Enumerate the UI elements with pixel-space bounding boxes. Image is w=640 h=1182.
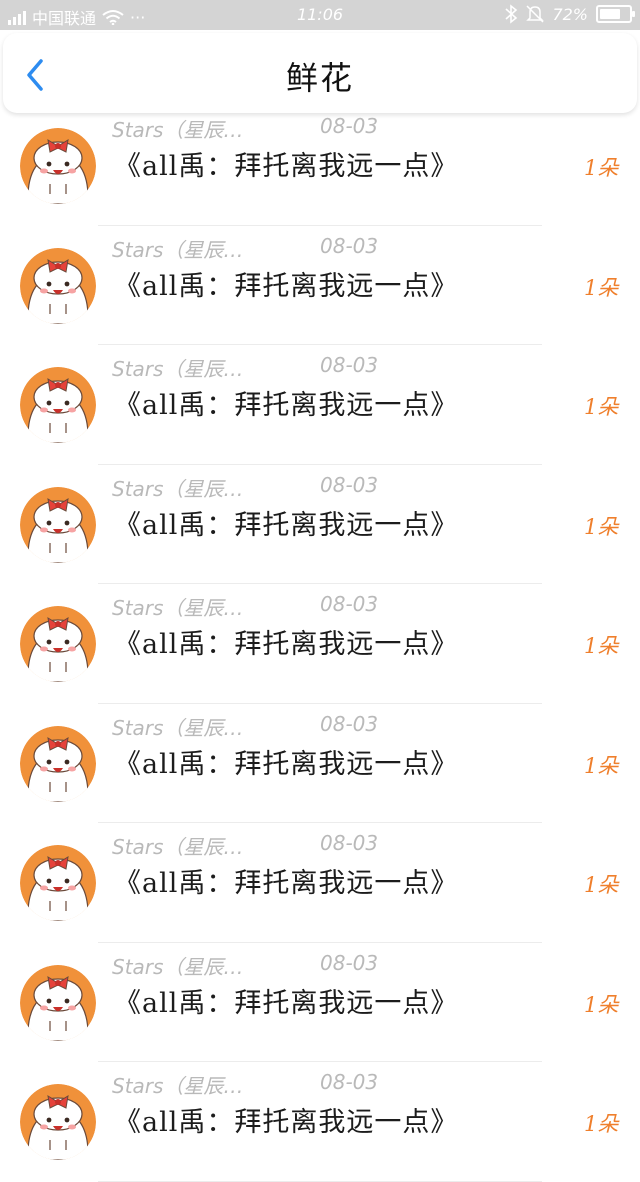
item-date: 08-03	[320, 831, 379, 855]
status-right: 72%	[504, 4, 635, 24]
item-date: 08-03	[320, 592, 379, 616]
mute-bell-icon	[526, 5, 545, 23]
sender-name: Stars（星辰…	[112, 954, 244, 979]
sender-name: Stars（星辰…	[112, 476, 244, 501]
list-item[interactable]: Stars（星辰… 08-03 《all禹：拜托离我远一点》 1朵	[0, 106, 640, 226]
flower-count: 1朵	[584, 1112, 619, 1136]
list-item[interactable]: Stars（星辰… 08-03 《all禹：拜托离我远一点》 1朵	[0, 943, 640, 1062]
list-item[interactable]: Stars（星辰… 08-03 《all禹：拜托离我远一点》 1朵	[0, 465, 640, 584]
item-date: 08-03	[320, 233, 379, 258]
item-title: 《all禹：拜托离我远一点》	[114, 509, 459, 541]
battery-fill	[600, 9, 621, 19]
flower-count: 1朵	[584, 514, 619, 539]
sender-name: Stars（星辰…	[112, 715, 244, 740]
sender-name: Stars（星辰…	[112, 596, 244, 620]
item-date: 08-03	[320, 472, 379, 497]
avatar	[20, 1084, 96, 1160]
battery-percent: 72%	[552, 4, 588, 24]
item-title: 《all禹：拜托离我远一点》	[114, 151, 459, 182]
list-item[interactable]: Stars（星辰… 08-03 《all禹：拜托离我远一点》 1朵	[0, 226, 640, 345]
item-date: 08-03	[320, 114, 379, 138]
item-title: 《all禹：拜托离我远一点》	[114, 270, 459, 302]
sender-name: Stars（星辰…	[112, 237, 244, 262]
flower-list[interactable]: Stars（星辰… 08-03 《all禹：拜托离我远一点》 1朵 Stars（…	[0, 0, 640, 1182]
avatar	[20, 964, 96, 1041]
item-title: 《all禹：拜托离我远一点》	[114, 390, 459, 421]
avatar	[20, 845, 96, 921]
list-item[interactable]: Stars（星辰… 08-03 《all禹：拜托离我远一点》 1朵	[0, 823, 640, 943]
flower-count: 1朵	[584, 873, 619, 897]
avatar	[20, 128, 96, 204]
item-date: 08-03	[320, 950, 379, 975]
item-title: 《all禹：拜托离我远一点》	[114, 629, 459, 660]
sender-name: Stars（星辰…	[112, 1074, 244, 1098]
sender-name: Stars（星辰…	[112, 835, 244, 859]
nav-bar: 鲜花	[3, 33, 637, 113]
avatar	[20, 606, 96, 682]
list-item[interactable]: Stars（星辰… 08-03 《all禹：拜托离我远一点》 1朵	[0, 1062, 640, 1182]
flower-count: 1朵	[584, 753, 619, 778]
list-item[interactable]: Stars（星辰… 08-03 《all禹：拜托离我远一点》 1朵	[0, 704, 640, 823]
item-date: 08-03	[320, 1070, 379, 1094]
avatar	[20, 725, 96, 802]
item-title: 《all禹：拜托离我远一点》	[114, 987, 459, 1019]
avatar	[20, 486, 96, 563]
item-date: 08-03	[320, 711, 379, 736]
bluetooth-icon	[505, 4, 518, 24]
flower-count: 1朵	[584, 634, 619, 658]
flower-count: 1朵	[584, 992, 619, 1017]
item-title: 《all禹：拜托离我远一点》	[114, 868, 459, 899]
item-title: 《all禹：拜托离我远一点》	[114, 748, 459, 780]
list-item[interactable]: Stars（星辰… 08-03 《all禹：拜托离我远一点》 1朵	[0, 345, 640, 465]
avatar	[20, 247, 96, 324]
battery-icon	[596, 5, 635, 23]
item-date: 08-03	[320, 353, 379, 377]
sender-name: Stars（星辰…	[112, 357, 244, 381]
flower-count: 1朵	[584, 395, 619, 419]
page-title: 鲜花	[285, 59, 354, 97]
flower-count: 1朵	[584, 156, 619, 180]
list-item[interactable]: Stars（星辰… 08-03 《all禹：拜托离我远一点》 1朵	[0, 584, 640, 704]
item-title: 《all禹：拜托离我远一点》	[114, 1107, 459, 1138]
divider	[98, 1180, 542, 1182]
sender-name: Stars（星辰…	[112, 118, 244, 142]
flower-count: 1朵	[584, 275, 619, 300]
avatar	[20, 367, 96, 443]
status-bar: 中国联通 ··· 11:06 72%	[0, 0, 640, 30]
